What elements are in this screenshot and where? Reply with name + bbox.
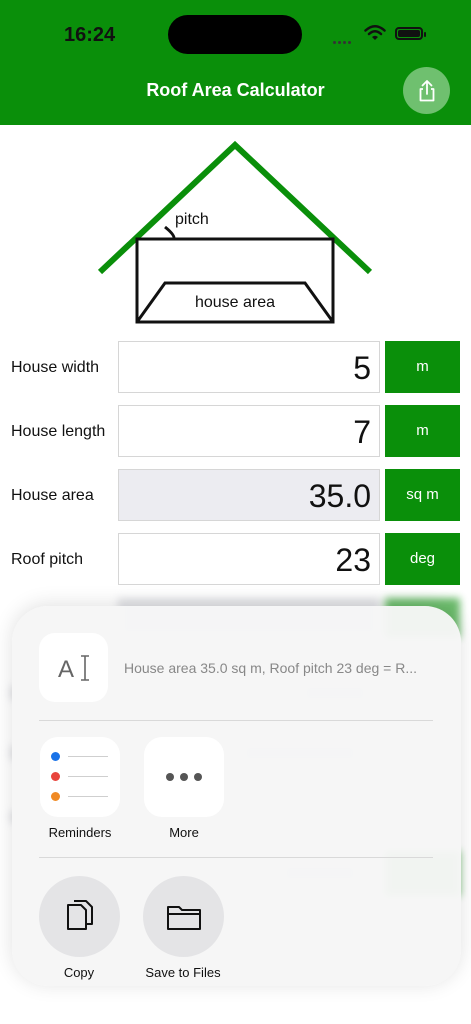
house-length-input[interactable]: 7 — [118, 405, 380, 457]
pitch-label: pitch — [175, 211, 209, 228]
copy-label: Copy — [63, 965, 95, 980]
more-icon — [166, 773, 202, 781]
signal-icon — [333, 31, 357, 44]
house-width-input[interactable]: 5 — [118, 341, 380, 393]
share-icon — [419, 79, 434, 101]
share-button[interactable] — [403, 67, 450, 114]
copy-button[interactable] — [39, 876, 120, 957]
roof-pitch-input[interactable]: 23 — [118, 533, 380, 585]
house-area-unit-button[interactable]: sq m — [385, 469, 460, 521]
text-document-icon: A — [39, 633, 108, 702]
page-title: Roof Area Calculator — [146, 80, 325, 100]
house-area-row: House area 35.0 sq m — [0, 469, 471, 523]
house-area-value: 35.0 — [118, 469, 380, 521]
navigation-bar: Roof Area Calculator — [0, 60, 471, 125]
more-label: More — [169, 825, 199, 840]
share-sheet: A House area 35.0 sq m, Roof pitch 23 de… — [12, 606, 461, 986]
house-length-row: House length 7 m — [0, 405, 471, 459]
house-width-label: House width — [11, 359, 100, 376]
copy-icon — [66, 899, 93, 930]
svg-text:A: A — [58, 656, 74, 683]
status-time: 16:24 — [64, 24, 116, 46]
house-area-label: House area — [11, 487, 94, 504]
divider — [39, 720, 433, 721]
house-length-unit-button[interactable]: m — [385, 405, 460, 457]
reminders-label: Reminders — [48, 825, 112, 840]
roof-pitch-unit-button[interactable]: deg — [385, 533, 460, 585]
house-diagram: pitch house area — [97, 140, 373, 324]
house-width-row: House width 5 m — [0, 341, 471, 395]
status-bar: 16:24 — [0, 0, 471, 60]
folder-icon — [166, 905, 201, 930]
save-to-files-label: Save to Files — [145, 965, 221, 980]
divider — [39, 857, 433, 858]
roof-pitch-label: Roof pitch — [11, 551, 84, 568]
wifi-icon — [364, 25, 386, 40]
roof-pitch-row: Roof pitch 23 deg — [0, 533, 471, 587]
more-button[interactable] — [144, 737, 224, 817]
battery-icon — [395, 27, 426, 40]
share-preview-text: House area 35.0 sq m, Roof pitch 23 deg … — [124, 660, 418, 676]
save-to-files-button[interactable] — [143, 876, 224, 957]
dynamic-island — [168, 15, 302, 54]
house-width-unit-button[interactable]: m — [385, 341, 460, 393]
house-area-label: house area — [195, 294, 275, 311]
house-length-label: House length — [11, 423, 106, 440]
reminders-app-button[interactable] — [40, 737, 120, 817]
